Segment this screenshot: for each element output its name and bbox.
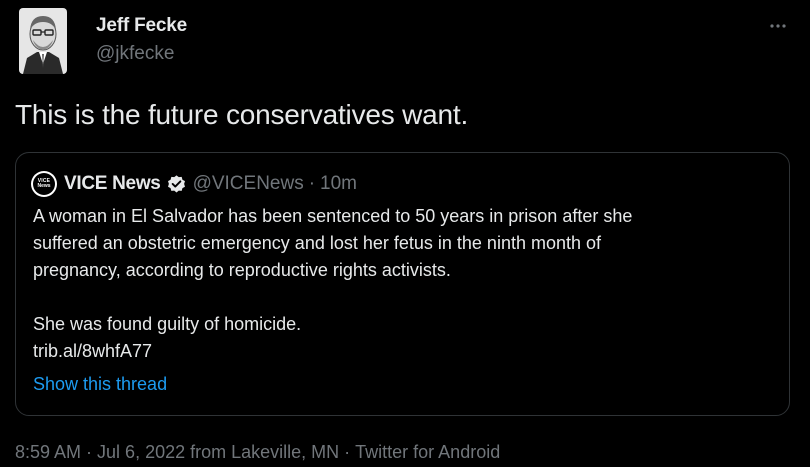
quoted-author-name: VICE News <box>64 173 161 194</box>
tweet-text: This is the future conservatives want. <box>15 99 469 130</box>
author-name[interactable]: Jeff Fecke <box>96 15 187 37</box>
vice-news-logo: VICE News <box>33 173 55 195</box>
quoted-tweet-body: A woman in El Salvador has been sentence… <box>33 203 783 365</box>
quoted-author-handle: @VICENews <box>192 173 304 194</box>
avatar-illustration <box>19 8 67 74</box>
tweet: Jeff Fecke @jkfecke This is the future c… <box>0 0 810 467</box>
vice-logo-text-bottom: News <box>37 183 51 189</box>
author-handle[interactable]: @jkfecke <box>96 43 174 65</box>
more-horizontal-icon <box>770 24 786 28</box>
quoted-body-line: suffered an obstetric emergency and lost… <box>33 233 602 253</box>
tweet-source[interactable]: Twitter for Android <box>355 442 500 462</box>
more-options-button[interactable] <box>766 14 790 38</box>
body-spacer <box>33 284 783 311</box>
quoted-body-line: She was found guilty of homicide. <box>33 314 302 334</box>
vice-news-avatar[interactable]: VICE News <box>31 171 57 197</box>
tweet-date-location[interactable]: Jul 6, 2022 from Lakeville, MN <box>97 442 339 462</box>
quoted-tweet-header: VICE News VICE News @VICENews · 10m <box>31 171 357 197</box>
author-avatar[interactable] <box>19 8 67 74</box>
tweet-time[interactable]: 8:59 AM <box>15 442 81 462</box>
quoted-tweet-time: 10m <box>320 173 358 194</box>
quoted-tweet[interactable]: VICE News VICE News @VICENews · 10m A wo… <box>15 152 790 416</box>
tweet-metadata: 8:59 AM · Jul 6, 2022 from Lakeville, MN · T… <box>15 442 500 463</box>
header-separator: · <box>308 173 316 194</box>
quoted-body-line: pregnancy, according to reproductive rig… <box>33 260 451 280</box>
quoted-body-line: A woman in El Salvador has been sentence… <box>33 206 633 226</box>
verified-badge-icon <box>166 174 187 195</box>
show-thread-link[interactable]: Show this thread <box>33 374 167 395</box>
meta-separator: · <box>86 442 93 462</box>
quoted-tweet-link: trib.al/8whfA77 <box>33 341 153 361</box>
meta-separator: · <box>344 442 351 462</box>
